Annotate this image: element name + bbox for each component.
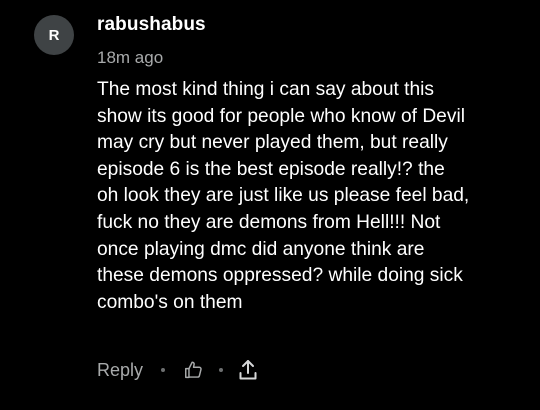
comment-body-line: once playing dmc did anyone think are [97,238,425,260]
username[interactable]: rabushabus [97,14,206,36]
separator-dot [219,368,224,372]
thumbs-up-icon [185,361,202,379]
avatar-initial: R [48,26,60,44]
share-button[interactable] [237,357,259,383]
like-button[interactable] [181,357,207,383]
comment-body-line: fuck no they are demons from Hell!!! Not [97,211,441,233]
comment-body-line: episode 6 is the best episode really!? t… [97,158,445,180]
comment-body-line: The most kind thing i can say about this [97,79,435,100]
comment-body-line: oh look they are just like us please fee… [97,185,470,207]
reply-button[interactable]: Reply [97,360,143,381]
comment-body-line: combo's on them [97,291,243,313]
comment-actions: Reply [97,357,259,383]
comment-body-line: these demons oppressed? while doing sick [97,265,463,287]
comment-body-line: show its good for people who know of Dev… [97,105,465,127]
separator-dot [161,368,166,372]
comment-body: The most kind thing i can say about this… [97,77,517,316]
timestamp: 18m ago [97,48,164,67]
comment-card: R rabushabus 18m ago The most kind thing… [0,0,540,410]
share-icon [239,360,257,380]
comment-body-line: may cry but never played them, but reall… [97,132,448,154]
avatar[interactable]: R [34,15,74,55]
